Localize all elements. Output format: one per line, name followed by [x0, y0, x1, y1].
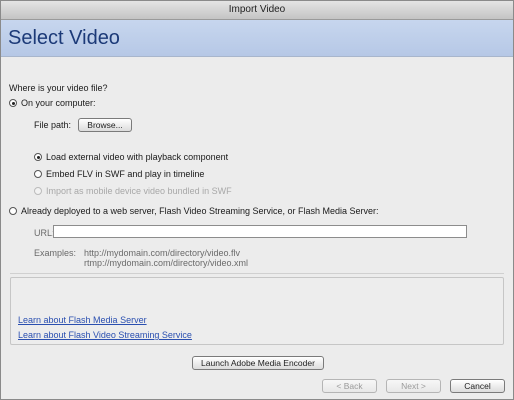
cancel-button[interactable]: Cancel	[450, 379, 505, 393]
radio-embed-flv[interactable]	[34, 170, 42, 178]
option-mobile-device-label: Import as mobile device video bundled in…	[46, 186, 232, 196]
radio-mobile-device	[34, 187, 42, 195]
file-path-label: File path:	[34, 120, 72, 130]
radio-load-external[interactable]	[34, 153, 42, 161]
radio-deployed-server[interactable]	[9, 207, 17, 215]
source-question: Where is your video file?	[9, 83, 108, 93]
link-flash-media-server[interactable]: Learn about Flash Media Server	[18, 315, 147, 325]
option-embed-flv-label: Embed FLV in SWF and play in timeline	[46, 169, 205, 179]
examples-label: Examples:	[34, 248, 77, 258]
learn-links-panel: Learn about Flash Media Server Learn abo…	[10, 277, 504, 345]
option-deployed-server[interactable]: Already deployed to a web server, Flash …	[9, 206, 379, 216]
divider	[10, 273, 504, 274]
url-label: URL:	[34, 228, 55, 238]
option-load-external-label: Load external video with playback compon…	[46, 152, 229, 162]
next-button: Next >	[386, 379, 441, 393]
import-video-window: Import Video Select Video Where is your …	[0, 0, 514, 400]
option-on-computer-label: On your computer:	[21, 98, 96, 108]
page-header: Select Video	[1, 20, 513, 57]
back-button: < Back	[322, 379, 377, 393]
radio-on-computer[interactable]	[9, 99, 17, 107]
browse-button[interactable]: Browse...	[78, 118, 132, 132]
content-area: Where is your video file? On your comput…	[1, 57, 513, 399]
window-title: Import Video	[1, 1, 513, 20]
option-load-external[interactable]: Load external video with playback compon…	[34, 152, 228, 162]
option-deployed-server-label: Already deployed to a web server, Flash …	[21, 206, 379, 216]
option-embed-flv[interactable]: Embed FLV in SWF and play in timeline	[34, 169, 204, 179]
option-on-computer[interactable]: On your computer:	[9, 98, 96, 108]
example-url-rtmp: rtmp://mydomain.com/directory/video.xml	[84, 258, 249, 268]
url-input[interactable]	[53, 225, 467, 238]
link-flash-video-streaming[interactable]: Learn about Flash Video Streaming Servic…	[18, 330, 192, 340]
launch-media-encoder-button[interactable]: Launch Adobe Media Encoder	[192, 356, 324, 370]
option-mobile-device: Import as mobile device video bundled in…	[34, 186, 232, 196]
example-url-http: http://mydomain.com/directory/video.flv	[84, 248, 241, 258]
page-title: Select Video	[8, 27, 120, 49]
